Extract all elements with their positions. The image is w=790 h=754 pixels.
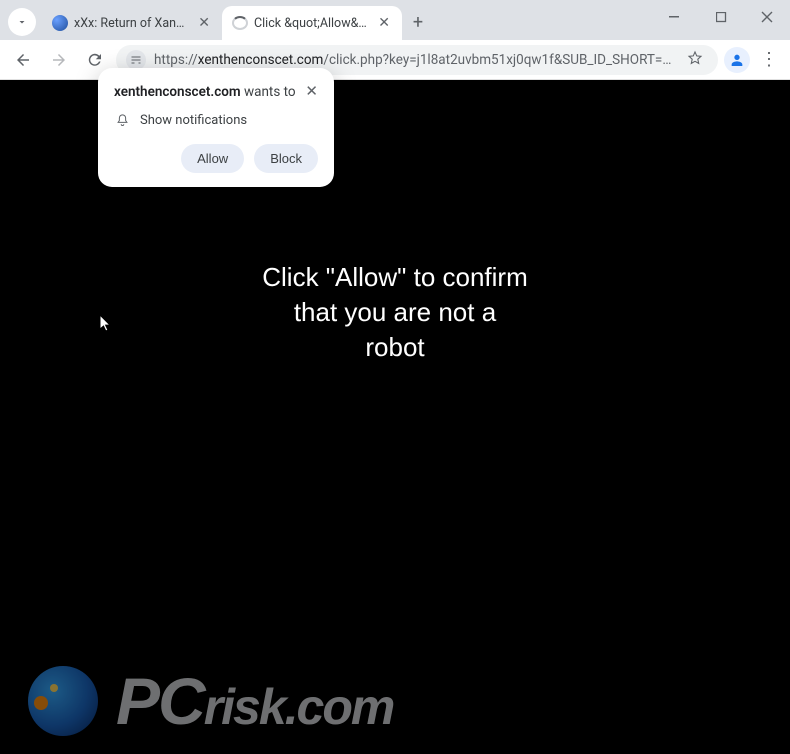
permission-row: Show notifications xyxy=(114,112,318,128)
watermark-text-pc: PC xyxy=(116,664,204,738)
chrome-menu-button[interactable]: ⋮ xyxy=(756,49,782,70)
cursor-icon xyxy=(99,314,113,338)
arrow-right-icon xyxy=(50,51,68,69)
url-host: xenthenconscet.com xyxy=(198,52,324,68)
new-tab-button[interactable]: + xyxy=(404,8,432,36)
tab-close-button[interactable]: ✕ xyxy=(196,15,212,31)
tab-title: Click &quot;Allow&quot; xyxy=(254,16,370,31)
tune-icon xyxy=(130,54,142,66)
globe-icon xyxy=(52,15,68,31)
star-icon xyxy=(687,50,703,66)
minimize-button[interactable] xyxy=(652,0,698,34)
minimize-icon xyxy=(669,11,681,23)
loading-spinner-icon xyxy=(232,16,248,30)
maximize-button[interactable] xyxy=(698,0,744,34)
watermark-orb-icon xyxy=(28,666,98,736)
back-button[interactable] xyxy=(8,45,38,75)
permission-title: xenthenconscet.com wants to xyxy=(114,84,296,100)
tab-close-button[interactable]: ✕ xyxy=(376,15,392,31)
allow-button[interactable]: Allow xyxy=(181,144,244,173)
watermark-text-rest: risk.com xyxy=(204,679,394,735)
close-icon xyxy=(761,11,773,23)
tab-xxx-movie[interactable]: xXx: Return of Xander Cage : 12 ✕ xyxy=(42,6,222,40)
scam-message: Click "Allow" to confirm that you are no… xyxy=(0,260,790,365)
tab-click-allow[interactable]: Click &quot;Allow&quot; ✕ xyxy=(222,6,402,40)
permission-site: xenthenconscet.com xyxy=(114,84,241,100)
notification-permission-dialog: xenthenconscet.com wants to ✕ Show notif… xyxy=(98,68,334,187)
permission-label: Show notifications xyxy=(140,113,247,128)
arrow-left-icon xyxy=(14,51,32,69)
chevron-down-icon xyxy=(16,16,28,28)
permission-close-button[interactable]: ✕ xyxy=(305,84,318,99)
window-controls xyxy=(652,0,790,34)
scam-message-line: that you are not a xyxy=(294,297,496,327)
tab-title: xXx: Return of Xander Cage : 12 xyxy=(74,16,190,31)
site-info-button[interactable] xyxy=(126,50,146,70)
close-window-button[interactable] xyxy=(744,0,790,34)
watermark-text: PCrisk.com xyxy=(116,668,393,734)
tab-search-button[interactable] xyxy=(8,8,36,36)
watermark-logo: PCrisk.com xyxy=(28,666,393,736)
person-icon xyxy=(729,52,745,68)
reload-icon xyxy=(86,51,104,69)
scam-message-line: Click "Allow" to confirm xyxy=(262,262,528,292)
bookmark-button[interactable] xyxy=(682,50,708,70)
forward-button[interactable] xyxy=(44,45,74,75)
permission-wants-to: wants to xyxy=(241,84,296,100)
url-path: /click.php?key=j1l8at2uvbm51xj0qw1f&SUB_… xyxy=(323,52,674,68)
url-text: https://xenthenconscet.com/click.php?key… xyxy=(154,52,674,68)
scam-message-line: robot xyxy=(365,332,424,362)
url-scheme: https:// xyxy=(154,52,198,68)
bell-icon xyxy=(114,112,130,128)
profile-button[interactable] xyxy=(724,47,750,73)
maximize-icon xyxy=(716,12,727,23)
block-button[interactable]: Block xyxy=(254,144,318,173)
